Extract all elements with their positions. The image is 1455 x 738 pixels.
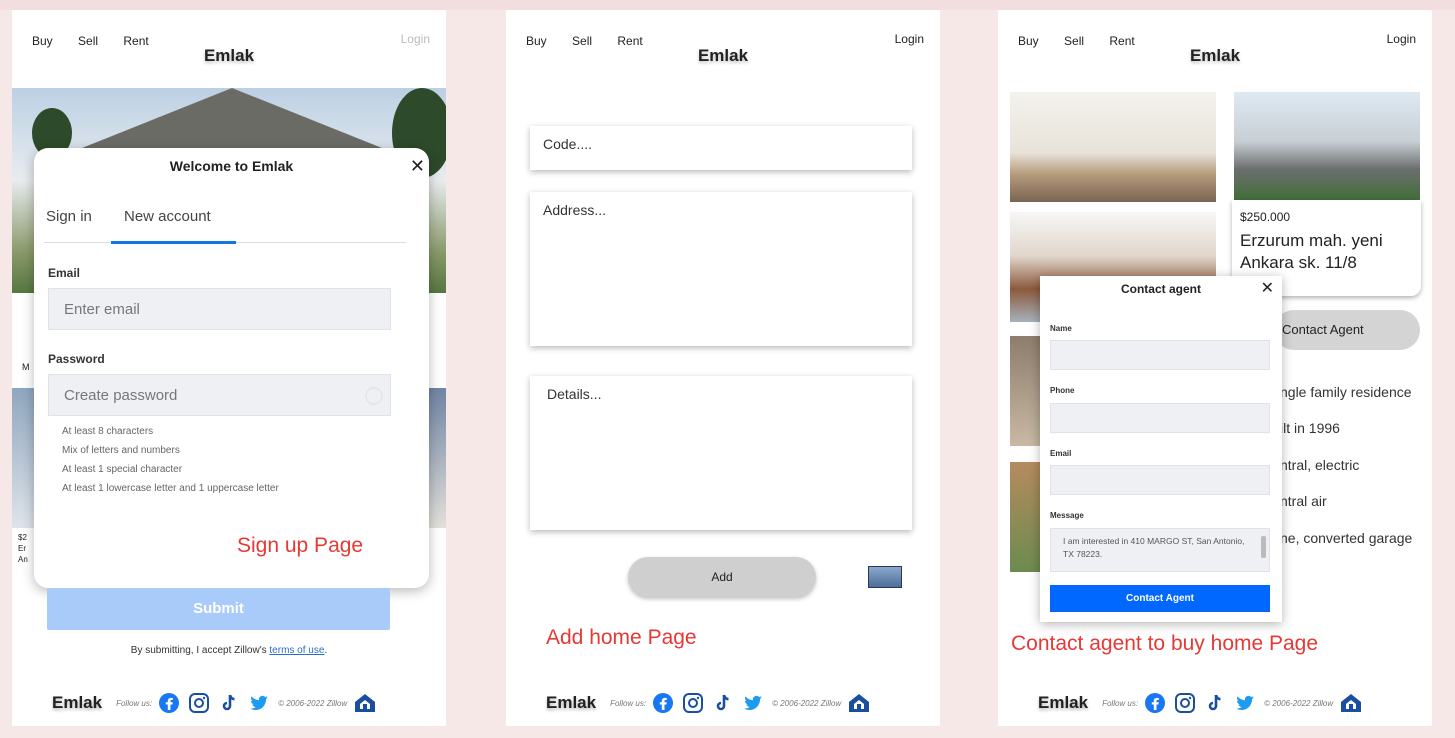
footer-brand: Emlak (52, 693, 103, 712)
details-input[interactable]: Details... (530, 376, 912, 530)
bg-listing-text: $2 Er An (18, 533, 28, 564)
login-link[interactable]: Login (401, 32, 430, 46)
feature-parking: ne, converted garage (1280, 530, 1413, 546)
twitter-icon[interactable] (742, 692, 764, 714)
home-logo-icon (1339, 692, 1362, 714)
home-logo-icon (847, 692, 870, 714)
address-input[interactable]: Address... (530, 192, 912, 346)
tab-new-account[interactable]: New account (124, 208, 211, 225)
living-room-photo[interactable] (1010, 92, 1216, 202)
brand-title: Emlak (1189, 46, 1241, 65)
modal-title: Welcome to Emlak (169, 158, 294, 174)
room-photo[interactable] (1010, 462, 1040, 572)
facebook-icon[interactable] (158, 692, 180, 714)
tiktok-icon[interactable] (218, 692, 240, 714)
page-caption: Contact agent to buy home Page (1011, 632, 1319, 655)
follow-us-label: Follow us: (1102, 698, 1139, 708)
email-label: Email (1050, 449, 1072, 458)
password-rule: At least 1 lowercase letter and 1 upperc… (62, 483, 279, 494)
instagram-icon[interactable] (188, 692, 210, 714)
feature-type: ngle family residence (1280, 384, 1412, 400)
page-caption: Add home Page (546, 626, 697, 649)
close-icon[interactable]: ✕ (1261, 278, 1274, 298)
signup-modal: Welcome to Emlak ✕ Sign in New account E… (34, 148, 429, 588)
brand-title: Emlak (203, 46, 255, 65)
facebook-icon[interactable] (652, 692, 674, 714)
room-photo[interactable] (1010, 336, 1040, 446)
bg-listing-image (426, 388, 446, 528)
login-link[interactable]: Login (895, 32, 924, 46)
tiktok-icon[interactable] (712, 692, 734, 714)
password-rule: At least 8 characters (62, 426, 154, 437)
phone-field[interactable] (1050, 403, 1270, 433)
bg-letter: M (22, 362, 30, 372)
copyright-text: © 2006-2022 Zillow (278, 698, 348, 708)
modal-title: Contact agent (1120, 282, 1201, 296)
email-label: Email (48, 266, 81, 280)
facebook-icon[interactable] (1144, 692, 1166, 714)
footer: Emlak Follow us: © 2006-2022 Zillow (12, 688, 446, 718)
instagram-icon[interactable] (682, 692, 704, 714)
tiktok-icon[interactable] (1204, 692, 1226, 714)
name-field[interactable] (1050, 340, 1270, 370)
auth-tabs: Sign in New account (44, 208, 406, 244)
active-tab-underline (111, 241, 236, 244)
password-field[interactable]: Create password (48, 374, 391, 416)
twitter-icon[interactable] (248, 692, 270, 714)
house-exterior-photo[interactable] (1234, 92, 1420, 202)
contact-agent-bg-button[interactable]: Contact Agent (1274, 310, 1420, 350)
terms-text: By submitting, I accept Zillow's terms o… (130, 645, 328, 656)
password-rule: Mix of letters and numbers (62, 445, 180, 456)
tab-sign-in[interactable]: Sign in (46, 208, 92, 225)
top-strip (0, 0, 1455, 10)
contact-agent-button[interactable]: Contact Agent (1050, 585, 1270, 612)
signup-screen: Buy Sell Rent Login Emlak M $2 Er An Wel… (12, 10, 446, 726)
feature-cooling: ntral air (1280, 493, 1327, 509)
footer-brand: Emlak (546, 693, 597, 712)
terms-link[interactable]: terms of use (269, 645, 324, 656)
message-label: Message (1050, 511, 1084, 520)
follow-us-label: Follow us: (610, 698, 647, 708)
brand-title: Emlak (697, 46, 749, 65)
show-password-icon[interactable] (364, 386, 384, 406)
home-logo-icon (353, 692, 376, 714)
password-rule: At least 1 special character (62, 464, 183, 475)
add-button[interactable]: Add (628, 557, 816, 597)
email-field[interactable]: Enter email (48, 288, 391, 330)
email-field[interactable] (1050, 465, 1270, 495)
footer: Emlak Follow us: © 2006-2022 Zillow (998, 688, 1432, 718)
password-label: Password (48, 352, 105, 366)
follow-us-label: Follow us: (116, 698, 153, 708)
submit-button[interactable]: Submit (47, 588, 390, 630)
close-icon[interactable]: ✕ (410, 156, 425, 177)
feature-year: ilt in 1996 (1280, 420, 1340, 436)
phone-label: Phone (1050, 386, 1075, 395)
image-upload-icon[interactable] (868, 566, 902, 588)
message-textarea[interactable]: I am interested in 410 MARGO ST, San Ant… (1050, 528, 1270, 572)
contact-agent-modal: Contact agent ✕ Name Phone Email Message… (1040, 276, 1282, 622)
copyright-text: © 2006-2022 Zillow (772, 698, 842, 708)
login-link[interactable]: Login (1387, 32, 1416, 46)
footer: Emlak Follow us: © 2006-2022 Zillow (506, 688, 940, 718)
twitter-icon[interactable] (1234, 692, 1256, 714)
feature-heating: ntral, electric (1280, 457, 1360, 473)
code-input[interactable]: Code.... (530, 126, 912, 170)
contact-agent-screen: Buy Sell Rent Login Emlak $250.000 Erzur… (998, 10, 1432, 726)
textarea-scrollbar[interactable] (1261, 536, 1266, 558)
instagram-icon[interactable] (1174, 692, 1196, 714)
copyright-text: © 2006-2022 Zillow (1264, 698, 1334, 708)
listing-price: $250.000 (1240, 210, 1291, 224)
page-caption: Sign up Page (237, 534, 364, 557)
footer-brand: Emlak (1038, 693, 1089, 712)
name-label: Name (1050, 324, 1072, 333)
add-home-screen: Buy Sell Rent Login Emlak Code.... Addre… (506, 10, 940, 726)
bg-listing-image (12, 388, 34, 528)
listing-address: Erzurum mah. yeni Ankara sk. 11/8 (1240, 231, 1383, 272)
house-roof (82, 88, 382, 148)
